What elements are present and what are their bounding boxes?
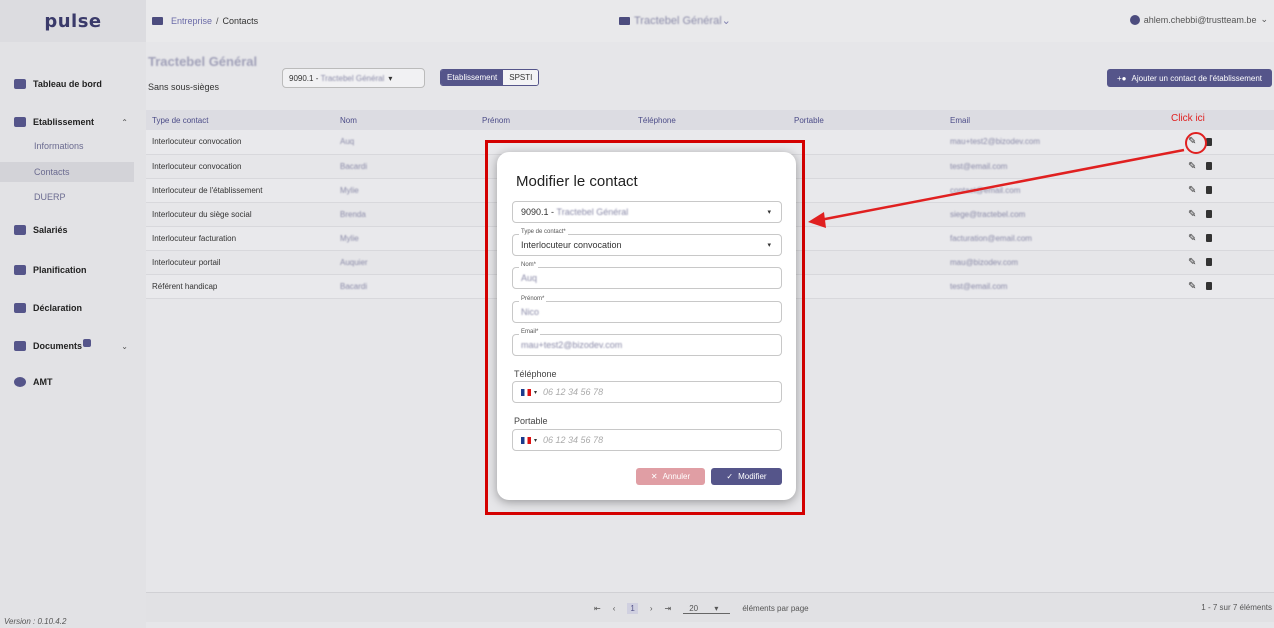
prenom-value: Nico: [521, 307, 540, 317]
prenom-field[interactable]: Prénom* Nico: [512, 296, 782, 323]
nom-value: Auq: [521, 273, 538, 283]
field-label: Email*: [519, 329, 541, 335]
dropdown-icon: ▾: [767, 209, 771, 216]
portable-label: Portable: [514, 416, 548, 426]
nom-field[interactable]: Nom* Auq: [512, 262, 782, 289]
field-label: Type de contact*: [519, 229, 568, 235]
field-label: Nom*: [519, 262, 539, 268]
modal-title: Modifier le contact: [516, 173, 638, 190]
est-code: 9090.1 -: [521, 207, 555, 217]
country-dropdown-icon[interactable]: ▾: [534, 389, 537, 396]
submit-button[interactable]: ✓ Modifier: [711, 468, 782, 485]
email-field[interactable]: Email* mau+test2@bizodev.com: [512, 329, 782, 356]
telephone-placeholder: 06 12 34 56 78: [543, 387, 604, 397]
check-icon: ✓: [726, 472, 734, 481]
est-name: Tractebel Général: [556, 207, 629, 217]
field-label: Prénom*: [519, 296, 547, 302]
country-dropdown-icon[interactable]: ▾: [534, 437, 537, 444]
email-value: mau+test2@bizodev.com: [521, 340, 623, 350]
portable-placeholder: 06 12 34 56 78: [543, 435, 604, 445]
telephone-field[interactable]: ▾ 06 12 34 56 78: [512, 381, 782, 403]
contact-type-value: Interlocuteur convocation: [521, 240, 622, 250]
dropdown-icon: ▾: [767, 242, 771, 249]
contact-type-select[interactable]: Type de contact* Interlocuteur convocati…: [512, 229, 782, 256]
establishment-select-field[interactable]: 9090.1 - Tractebel Général ▾: [512, 201, 782, 223]
telephone-label: Téléphone: [514, 369, 557, 379]
close-icon: ✕: [650, 472, 658, 481]
portable-field[interactable]: ▾ 06 12 34 56 78: [512, 429, 782, 451]
cancel-label: Annuler: [662, 472, 691, 481]
cancel-button[interactable]: ✕ Annuler: [636, 468, 705, 485]
france-flag-icon: [521, 388, 531, 396]
france-flag-icon: [521, 436, 531, 444]
submit-label: Modifier: [738, 472, 767, 481]
edit-contact-modal: Modifier le contact 9090.1 - Tractebel G…: [497, 152, 796, 500]
